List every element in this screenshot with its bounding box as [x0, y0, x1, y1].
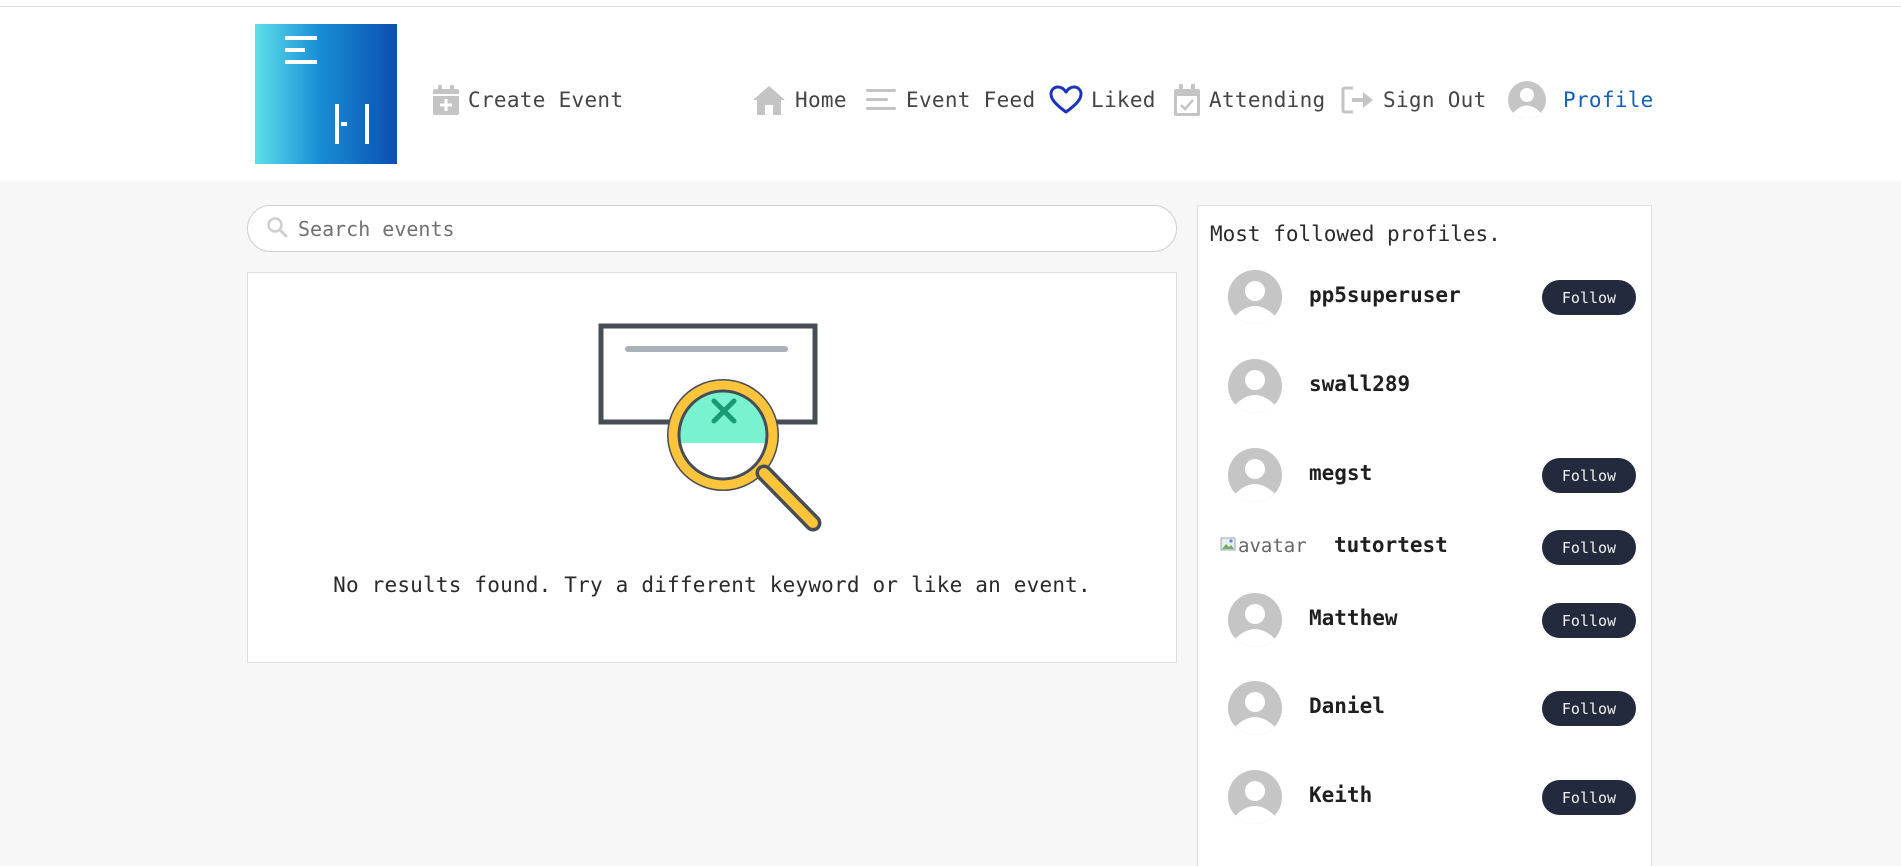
heart-icon [1049, 85, 1083, 115]
user-avatar-icon [1507, 80, 1547, 120]
search-bar[interactable] [247, 205, 1177, 252]
profile-row: Daniel Follow [1198, 678, 1651, 738]
nav-liked-label: Liked [1091, 88, 1156, 112]
profile-name[interactable]: Daniel [1309, 694, 1385, 718]
nav-profile-label: Profile [1563, 88, 1654, 112]
nav-home[interactable]: Home [751, 75, 847, 125]
popular-profiles-panel: Most followed profiles. pp5superuser Fol… [1197, 205, 1652, 866]
nav-home-label: Home [795, 88, 847, 112]
nav-create-event-label: Create Event [468, 88, 624, 112]
profile-row: pp5superuser Follow [1198, 267, 1651, 327]
nav-event-feed[interactable]: Event Feed [864, 75, 1035, 125]
broken-image-icon [1220, 535, 1236, 557]
avatar[interactable] [1228, 770, 1282, 824]
nav-liked[interactable]: Liked [1049, 75, 1156, 125]
profile-row: swall289 [1198, 356, 1651, 416]
profile-name[interactable]: Matthew [1309, 606, 1398, 630]
calendar-check-icon [1173, 83, 1201, 117]
avatar-alt-text: avatar [1238, 535, 1307, 557]
home-icon [751, 84, 787, 116]
profile-row: avatar tutortest Follow [1198, 517, 1651, 577]
follow-button[interactable]: Follow [1542, 280, 1636, 315]
follow-button[interactable]: Follow [1542, 780, 1636, 815]
site-logo[interactable] [255, 24, 397, 164]
follow-button[interactable]: Follow [1542, 458, 1636, 493]
nav-profile[interactable]: Profile [1507, 75, 1654, 125]
profile-name[interactable]: pp5superuser [1309, 283, 1461, 307]
avatar[interactable] [1228, 681, 1282, 735]
profile-name[interactable]: Keith [1309, 783, 1372, 807]
nav-create-event[interactable]: Create Event [432, 75, 623, 125]
calendar-plus-icon [432, 84, 460, 116]
sign-out-icon [1341, 85, 1375, 115]
no-results-illustration [598, 323, 838, 537]
nav-sign-out[interactable]: Sign Out [1341, 75, 1487, 125]
nav-event-feed-label: Event Feed [906, 88, 1036, 112]
follow-button[interactable]: Follow [1542, 691, 1636, 726]
profile-name[interactable]: tutortest [1334, 533, 1448, 557]
nav-attending[interactable]: Attending [1173, 75, 1326, 125]
profile-row: megst Follow [1198, 445, 1651, 505]
results-panel: No results found. Try a different keywor… [247, 272, 1177, 663]
broken-avatar-image[interactable]: avatar [1220, 535, 1307, 557]
list-icon [864, 86, 898, 114]
profile-row: Keith Follow [1198, 767, 1651, 827]
profile-row: Matthew Follow [1198, 590, 1651, 650]
avatar[interactable] [1228, 593, 1282, 647]
follow-button[interactable]: Follow [1542, 530, 1636, 565]
top-border [0, 0, 1901, 7]
nav-attending-label: Attending [1209, 88, 1326, 112]
nav-sign-out-label: Sign Out [1383, 88, 1487, 112]
avatar[interactable] [1228, 359, 1282, 413]
site-header: Create Event Home Event Feed Liked Atten… [0, 7, 1901, 181]
search-icon [266, 216, 288, 242]
no-results-message: No results found. Try a different keywor… [333, 573, 1091, 597]
profile-name[interactable]: megst [1309, 461, 1372, 485]
avatar[interactable] [1228, 270, 1282, 324]
search-input[interactable] [298, 216, 1176, 241]
profile-name[interactable]: swall289 [1309, 372, 1410, 396]
follow-button[interactable]: Follow [1542, 603, 1636, 638]
popular-profiles-title: Most followed profiles. [1210, 222, 1501, 246]
avatar[interactable] [1228, 448, 1282, 502]
